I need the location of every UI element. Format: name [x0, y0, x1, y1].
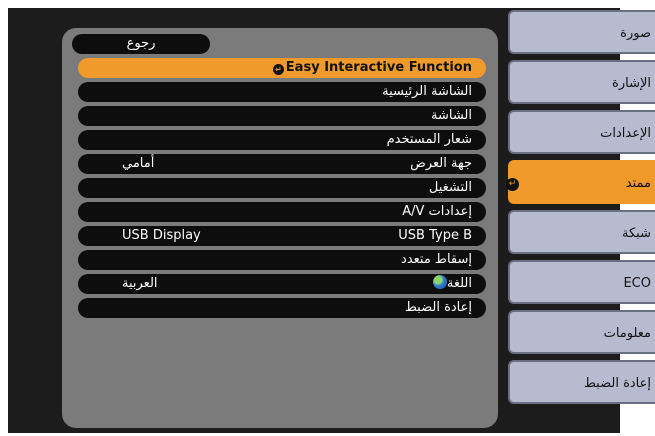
tab-item[interactable]: معلومات [508, 310, 655, 354]
menu-item[interactable]: العربية اللغة [78, 274, 486, 294]
main-menu-tabs: صورة الإشارة الإعدادات ممتد ↵ شبكة ECO معلومات إ… [506, 10, 655, 410]
globe-icon [432, 275, 447, 289]
menu-item[interactable]: شعار المستخدم [78, 130, 486, 150]
tab-label: شبكة [622, 226, 651, 241]
back-button[interactable]: رجوع [72, 34, 210, 54]
menu-item-label: USB Type B [398, 228, 472, 243]
tab-label: الإعدادات [600, 126, 651, 141]
tab-label: معلومات [603, 326, 651, 341]
menu-item[interactable]: ↵ Easy Interactive Function [78, 58, 486, 78]
tab-label: ECO [623, 276, 651, 291]
tab-item[interactable]: الإشارة [508, 60, 655, 104]
menu-item-label: جهة العرض [410, 156, 472, 171]
menu-item-label: إعادة الضبط [404, 300, 472, 315]
menu-item[interactable]: إعادة الضبط [78, 298, 486, 318]
menu-item-label-wrap: USB Type B [398, 226, 472, 246]
enter-icon: ↵ [272, 64, 284, 75]
menu-item-value: USB Display [122, 228, 201, 243]
menu-item-label: إسقاط متعدد [401, 252, 472, 267]
menu-item-label-wrap: إعادة الضبط [405, 298, 472, 318]
menu-item-label-wrap: اللغة [425, 274, 472, 294]
tab-label: الإشارة [612, 76, 651, 91]
menu-item-label-wrap: إعدادات A/V [402, 202, 472, 222]
menu-item-label: التشغيل [428, 180, 472, 195]
menu-item-label: شعار المستخدم [386, 132, 472, 147]
menu-item-label-wrap: شعار المستخدم [387, 130, 472, 150]
menu-item-label-wrap: الشاشة الرئيسية [382, 82, 472, 102]
tab-item[interactable]: الإعدادات [508, 110, 655, 154]
menu-list: ↵ Easy Interactive Function الشاشة الرئيسي… [78, 58, 486, 322]
menu-item-label: اللغة [446, 276, 472, 291]
enter-icon: ↵ [506, 178, 519, 191]
menu-item-label: إعدادات A/V [402, 204, 472, 219]
tab-item[interactable]: ECO [508, 260, 655, 304]
menu-item-label: الشاشة الرئيسية [382, 84, 472, 99]
menu-item-label: Easy Interactive Function [285, 60, 472, 75]
tab-label: صورة [620, 26, 651, 41]
menu-item-label-wrap: جهة العرض [410, 154, 472, 174]
tab-item[interactable]: صورة [508, 10, 655, 54]
menu-item[interactable]: إعدادات A/V [78, 202, 486, 222]
menu-item[interactable]: أمامي جهة العرض [78, 154, 486, 174]
menu-item-label-wrap: التشغيل [429, 178, 472, 198]
tab-label: ممتد [625, 176, 651, 191]
menu-item-label: الشاشة [431, 108, 472, 123]
menu-item-label-wrap: ↵ Easy Interactive Function [272, 58, 472, 78]
menu-item[interactable]: الشاشة [78, 106, 486, 126]
tab-item[interactable]: شبكة [508, 210, 655, 254]
menu-item[interactable]: الشاشة الرئيسية [78, 82, 486, 102]
menu-item-label-wrap: إسقاط متعدد [401, 250, 472, 270]
menu-item-label-wrap: الشاشة [431, 106, 472, 126]
tab-item[interactable]: ممتد ↵ [506, 160, 655, 204]
menu-item[interactable]: USB Display USB Type B [78, 226, 486, 246]
tab-label: إعادة الضبط [583, 376, 651, 391]
menu-item[interactable]: إسقاط متعدد [78, 250, 486, 270]
menu-item[interactable]: التشغيل [78, 178, 486, 198]
menu-item-value: أمامي [122, 156, 155, 171]
tab-item[interactable]: إعادة الضبط [508, 360, 655, 404]
menu-item-value: العربية [122, 276, 158, 291]
